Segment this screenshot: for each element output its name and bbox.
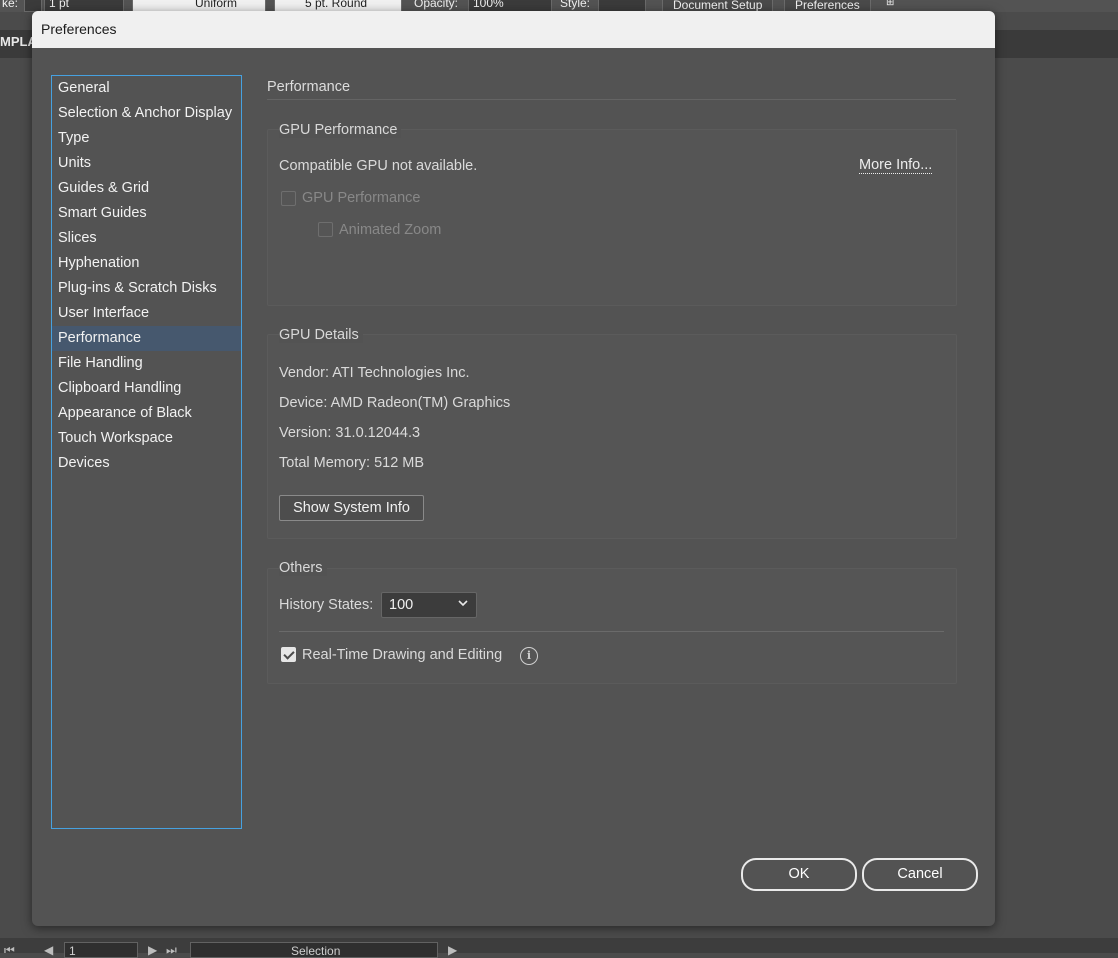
cancel-button[interactable]: Cancel — [862, 858, 978, 891]
realtime-drawing-checkbox[interactable] — [281, 647, 296, 662]
arrange-icon[interactable]: ⊞ — [886, 0, 894, 10]
nav-item-slices[interactable]: Slices — [52, 226, 241, 251]
nav-item-performance[interactable]: Performance — [52, 326, 241, 351]
nav-item-guides-grid[interactable]: Guides & Grid — [52, 176, 241, 201]
gpu-memory-text: Total Memory: 512 MB — [279, 455, 425, 471]
nav-item-hyphenation[interactable]: Hyphenation — [52, 251, 241, 276]
animated-zoom-checkbox-label: Animated Zoom — [339, 222, 442, 238]
nav-item-type[interactable]: Type — [52, 126, 241, 151]
realtime-drawing-label: Real-Time Drawing and Editing — [302, 647, 503, 663]
nav-item-selection-anchor-display[interactable]: Selection & Anchor Display — [52, 101, 241, 126]
style-label: Style: — [560, 0, 591, 10]
others-divider — [279, 631, 944, 632]
preferences-category-list[interactable]: General Selection & Anchor Display Type … — [51, 75, 242, 829]
gpu-status-text: Compatible GPU not available. — [279, 158, 478, 174]
nav-item-user-interface[interactable]: User Interface — [52, 301, 241, 326]
dialog-titlebar[interactable]: Preferences — [32, 11, 995, 48]
opacity-label: Opacity: — [414, 0, 459, 10]
show-system-info-button[interactable]: Show System Info — [279, 495, 424, 521]
gpu-version-text: Version: 31.0.12044.3 — [279, 425, 421, 441]
history-states-value: 100 — [389, 597, 414, 613]
mode-dropdown[interactable]: Selection — [190, 942, 438, 958]
preferences-dialog: Preferences General Selection & Anchor D… — [32, 11, 995, 926]
nav-item-appearance-of-black[interactable]: Appearance of Black — [52, 401, 241, 426]
page-field[interactable]: 1 — [64, 942, 138, 958]
gpu-performance-group — [267, 129, 957, 306]
nav-item-file-handling[interactable]: File Handling — [52, 351, 241, 376]
gpu-device-text: Device: AMD Radeon(TM) Graphics — [279, 395, 511, 411]
last-page-icon[interactable]: ⏭ — [166, 943, 177, 958]
stroke-label: ke: — [2, 0, 19, 10]
nav-item-plugins-scratch-disks[interactable]: Plug-ins & Scratch Disks — [52, 276, 241, 301]
history-states-label: History States: — [279, 597, 374, 613]
gpu-vendor-text: Vendor: ATI Technologies Inc. — [279, 365, 470, 381]
animated-zoom-checkbox[interactable] — [318, 222, 333, 237]
nav-item-devices[interactable]: Devices — [52, 451, 241, 476]
others-group — [267, 568, 957, 684]
gpu-performance-checkbox-label: GPU Performance — [302, 190, 421, 206]
dialog-title: Preferences — [41, 21, 117, 37]
gpu-performance-group-label: GPU Performance — [279, 122, 402, 138]
more-info-link[interactable]: More Info... — [859, 157, 933, 174]
info-icon[interactable]: i — [520, 647, 538, 665]
gpu-performance-checkbox[interactable] — [281, 191, 296, 206]
chevron-down-icon — [458, 600, 468, 607]
first-page-icon[interactable]: ⏮ — [4, 943, 15, 958]
next-page-icon[interactable]: ▶ — [148, 943, 157, 957]
nav-item-touch-workspace[interactable]: Touch Workspace — [52, 426, 241, 451]
status-arrow-icon[interactable]: ▶ — [448, 943, 457, 957]
nav-item-smart-guides[interactable]: Smart Guides — [52, 201, 241, 226]
status-bar: ⏮ ◀ 1 ▶ ⏭ Selection ▶ — [0, 938, 1118, 958]
panel-title: Performance — [267, 79, 351, 95]
nav-item-units[interactable]: Units — [52, 151, 241, 176]
nav-item-general[interactable]: General — [52, 76, 241, 101]
panel-title-divider — [267, 99, 956, 100]
ok-button[interactable]: OK — [741, 858, 857, 891]
prev-page-icon[interactable]: ◀ — [44, 943, 53, 957]
nav-item-clipboard-handling[interactable]: Clipboard Handling — [52, 376, 241, 401]
others-group-label: Others — [279, 560, 327, 576]
gpu-details-group-label: GPU Details — [279, 327, 363, 343]
history-states-select[interactable]: 100 — [381, 592, 477, 618]
